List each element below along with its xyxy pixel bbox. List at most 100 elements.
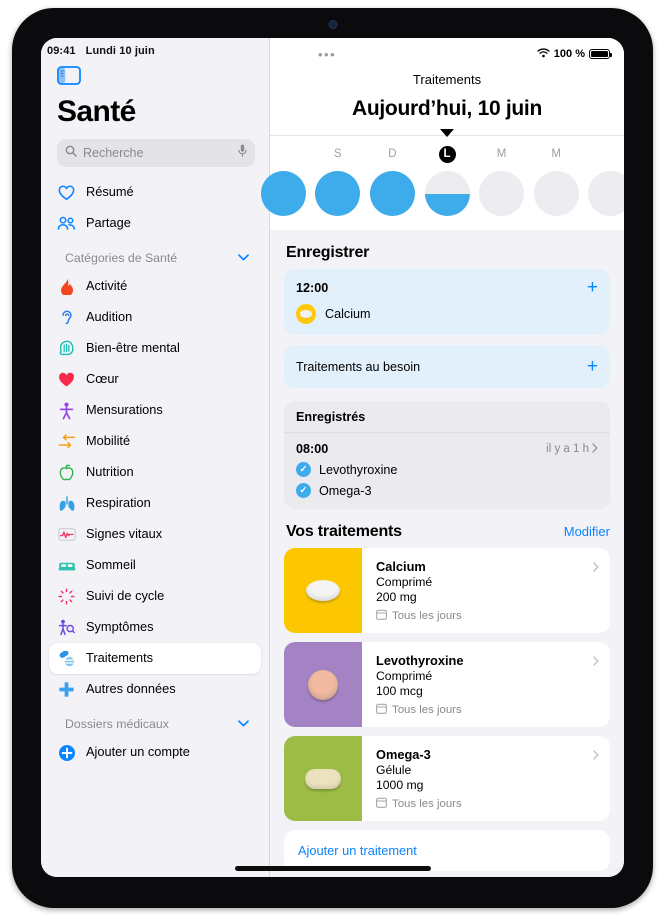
medication-row-omega-3[interactable]: Omega-3 Gélule 1000 mg Tous les jours bbox=[284, 736, 610, 821]
logged-entry-header[interactable]: 08:00 il y a 1 h bbox=[296, 442, 598, 456]
sidebar-item-mobilite[interactable]: Mobilité bbox=[49, 426, 261, 457]
day-progress-ring bbox=[260, 171, 306, 216]
sidebar-item-autres-donnees[interactable]: Autres données bbox=[49, 674, 261, 705]
day-selector: S D L M M bbox=[260, 129, 624, 230]
sidebar-item-traitements[interactable]: Traitements bbox=[49, 643, 261, 674]
sidebar-item-nutrition[interactable]: Nutrition bbox=[49, 457, 261, 488]
sidebar-item-resume[interactable]: Résumé bbox=[49, 177, 261, 208]
lungs-icon bbox=[57, 494, 76, 513]
battery-full-icon bbox=[589, 49, 612, 59]
day-cell[interactable] bbox=[256, 146, 311, 216]
day-cell-m2[interactable]: M bbox=[529, 146, 584, 216]
day-cell[interactable] bbox=[583, 146, 624, 216]
symptoms-icon bbox=[57, 618, 76, 637]
scheduled-time: 12:00 bbox=[296, 280, 329, 295]
main-content: ••• 100 % Traitements Aujourd’hui, 10 ju… bbox=[260, 38, 624, 877]
checkmark-icon: ✓ bbox=[296, 462, 311, 477]
sidebar-item-bien-etre-mental[interactable]: Bien-être mental bbox=[49, 333, 261, 364]
flame-icon bbox=[57, 277, 76, 296]
medication-form: Comprimé bbox=[376, 575, 433, 589]
microphone-icon[interactable] bbox=[238, 144, 247, 162]
logged-medication-row: ✓ Omega-3 bbox=[296, 477, 598, 498]
sidebar-item-audition[interactable]: Audition bbox=[49, 302, 261, 333]
scheduled-dose-card[interactable]: 12:00 + Calcium bbox=[284, 269, 610, 335]
sidebar-item-signes-vitaux[interactable]: Signes vitaux bbox=[49, 519, 261, 550]
sidebar-item-partage[interactable]: Partage bbox=[49, 208, 261, 239]
front-camera bbox=[328, 20, 337, 29]
medication-name: Omega-3 bbox=[376, 747, 431, 762]
apple-icon bbox=[57, 463, 76, 482]
medication-name: Calcium bbox=[376, 559, 426, 574]
sidebar-item-respiration[interactable]: Respiration bbox=[49, 488, 261, 519]
medication-form: Gélule bbox=[376, 763, 412, 777]
medication-dose: 1000 mg bbox=[376, 778, 424, 792]
app-title: Santé bbox=[57, 95, 136, 128]
page-title: Traitements bbox=[412, 72, 482, 87]
bed-icon bbox=[57, 556, 76, 575]
sidebar-item-activite[interactable]: Activité bbox=[49, 271, 261, 302]
day-cell-s[interactable]: S bbox=[311, 146, 366, 216]
medication-info: Levothyroxine Comprimé 100 mcg Tous les … bbox=[362, 642, 610, 727]
wifi-icon bbox=[537, 47, 550, 61]
sidebar-item-label: Traitements bbox=[86, 650, 154, 666]
logged-medication-row: ✓ Levothyroxine bbox=[296, 456, 598, 477]
day-cell-m1[interactable]: M bbox=[474, 146, 529, 216]
medication-name: Levothyroxine bbox=[376, 653, 464, 668]
logged-ago-group: il y a 1 h bbox=[546, 442, 598, 456]
medications-section-title: Vos traitements bbox=[286, 523, 402, 540]
main-scroll-area[interactable]: Enregistrer 12:00 + Calcium Traitements … bbox=[270, 230, 624, 877]
add-dose-button[interactable]: + bbox=[587, 278, 598, 297]
logged-card[interactable]: Enregistrés 08:00 il y a 1 h ✓ Levothyro… bbox=[284, 401, 610, 509]
categories-section-header[interactable]: Catégories de Santé bbox=[49, 239, 261, 271]
capsule-pill-icon bbox=[305, 768, 341, 789]
chevron-right-icon[interactable] bbox=[592, 442, 598, 456]
sidebar-item-sommeil[interactable]: Sommeil bbox=[49, 550, 261, 581]
sidebar-item-suivi-de-cycle[interactable]: Suivi de cycle bbox=[49, 581, 261, 612]
day-cell-d[interactable]: D bbox=[365, 146, 420, 216]
day-cell-l-today[interactable]: L bbox=[420, 146, 475, 216]
sidebar-item-label: Bien-être mental bbox=[86, 340, 180, 356]
edit-medications-button[interactable]: Modifier bbox=[564, 524, 610, 539]
chevron-down-icon[interactable] bbox=[238, 718, 249, 730]
medical-records-section-header[interactable]: Dossiers médicaux bbox=[49, 705, 261, 737]
search-placeholder: Recherche bbox=[83, 146, 144, 160]
home-indicator[interactable] bbox=[234, 866, 431, 871]
day-progress-fill bbox=[424, 193, 470, 216]
chevron-right-icon[interactable] bbox=[593, 748, 599, 763]
medication-thumbnail bbox=[284, 736, 362, 821]
sidebar-item-label: Mensurations bbox=[86, 402, 163, 418]
sidebar-item-symptomes[interactable]: Symptômes bbox=[49, 612, 261, 643]
medication-row-levothyroxine[interactable]: Levothyroxine Comprimé 100 mcg Tous les … bbox=[284, 642, 610, 727]
chevron-right-icon[interactable] bbox=[593, 654, 599, 669]
plus-circle-icon bbox=[57, 743, 76, 762]
medication-row-calcium[interactable]: Calcium Comprimé 200 mg Tous les jours bbox=[284, 548, 610, 633]
sidebar-item-label: Résumé bbox=[86, 184, 134, 200]
logged-time: 08:00 bbox=[296, 442, 329, 456]
chevron-right-icon[interactable] bbox=[593, 560, 599, 575]
heart-filled-icon bbox=[57, 370, 76, 389]
plus-cross-icon bbox=[57, 680, 76, 699]
chevron-down-icon[interactable] bbox=[238, 252, 249, 264]
day-label: M bbox=[496, 148, 507, 160]
people-icon bbox=[57, 214, 76, 233]
sidebar-item-label: Nutrition bbox=[86, 464, 134, 480]
day-progress-ring bbox=[479, 171, 525, 216]
multitasking-dots-icon[interactable]: ••• bbox=[284, 48, 336, 61]
medication-form: Comprimé bbox=[376, 669, 433, 683]
heart-outline-icon bbox=[57, 183, 76, 202]
status-right-group: 100 % bbox=[537, 47, 612, 61]
add-medication-button[interactable]: Ajouter un traitement bbox=[284, 830, 610, 871]
ear-icon bbox=[57, 308, 76, 327]
medication-frequency-row: Tous les jours bbox=[376, 698, 598, 717]
sidebar-item-add-account[interactable]: Ajouter un compte bbox=[49, 737, 261, 768]
search-input[interactable]: Recherche bbox=[57, 139, 255, 167]
search-icon bbox=[65, 144, 77, 162]
sidebar-item-coeur[interactable]: Cœur bbox=[49, 364, 261, 395]
sidebar-toggle-icon[interactable] bbox=[57, 66, 81, 85]
logged-section-title: Enregistrés bbox=[284, 401, 610, 433]
add-as-needed-button[interactable]: + bbox=[587, 357, 598, 376]
medication-info: Calcium Comprimé 200 mg Tous les jours bbox=[362, 548, 610, 633]
as-needed-card[interactable]: Traitements au besoin + bbox=[284, 345, 610, 388]
sidebar-item-mensurations[interactable]: Mensurations bbox=[49, 395, 261, 426]
sidebar-item-label: Signes vitaux bbox=[86, 526, 163, 542]
